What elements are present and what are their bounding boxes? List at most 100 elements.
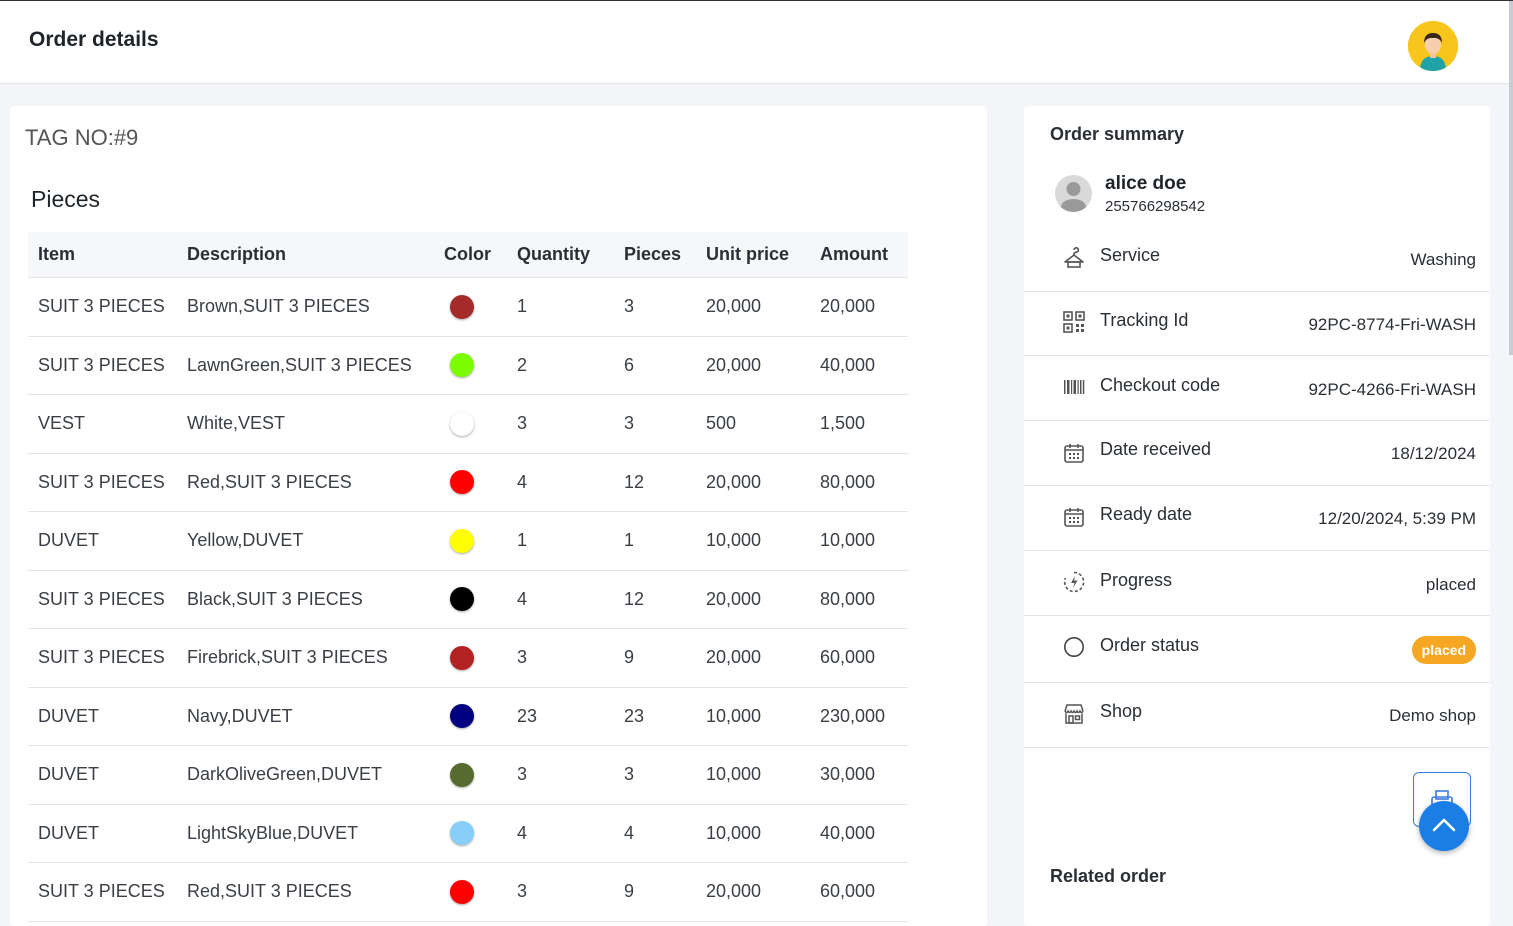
scroll-to-top-button[interactable]: [1419, 801, 1469, 851]
color-swatch: [450, 821, 474, 846]
color-swatch: [450, 587, 474, 612]
table-row: SUIT 3 PIECES Red,SUIT 3 PIECES 3 9 20,000 60…: [28, 862, 908, 922]
column-header-item: Item: [28, 232, 177, 278]
progress-row: Progress placed: [1024, 550, 1490, 616]
cell-description: Yellow,DUVET: [177, 511, 434, 571]
column-header-description: Description: [177, 232, 434, 278]
color-swatch: [450, 294, 474, 319]
table-row: SUIT 3 PIECES Brown,SUIT 3 PIECES 1 3 20,000…: [28, 277, 908, 337]
cell-pieces: 3: [614, 394, 696, 454]
table-row: VEST White,VEST 3 3 500 1,500: [28, 394, 908, 454]
table-row: DUVET Navy,DUVET 23 23 10,000 230,000: [28, 687, 908, 746]
customer-avatar-icon: [1055, 175, 1092, 212]
cell-description: DarkOliveGreen,DUVET: [177, 745, 434, 805]
cell-pieces: 3: [614, 277, 696, 337]
cell-color: [434, 394, 507, 454]
progress-label: Progress: [1100, 570, 1173, 590]
cell-description: Brown,SUIT 3 PIECES: [177, 277, 434, 337]
cell-quantity: 3: [507, 862, 614, 922]
color-swatch: [450, 879, 474, 904]
cell-quantity: 3: [507, 394, 614, 454]
column-header-color: Color: [434, 232, 507, 278]
cell-pieces: 12: [614, 453, 696, 512]
service-row: Service Washing: [1024, 234, 1490, 292]
status-badge: placed: [1411, 636, 1476, 664]
cell-unit-price: 20,000: [696, 628, 810, 688]
barcode-icon: [1064, 380, 1085, 394]
cell-color: [434, 628, 507, 688]
cell-description: Firebrick,SUIT 3 PIECES: [177, 628, 434, 688]
cell-description: Red,SUIT 3 PIECES: [177, 862, 434, 922]
color-swatch: [450, 704, 474, 729]
qr-code-icon: [1063, 311, 1085, 333]
cell-quantity: 4: [507, 453, 614, 512]
chevron-up-icon: [1432, 818, 1456, 832]
service-value: Washing: [1410, 250, 1476, 269]
cell-color: [434, 862, 507, 922]
progress-icon: [1063, 571, 1085, 593]
shop-row: Shop Demo shop: [1024, 682, 1490, 748]
cell-quantity: 1: [507, 511, 614, 571]
cell-color: [434, 511, 507, 571]
cell-description: Navy,DUVET: [177, 687, 434, 746]
cell-amount: 80,000: [810, 570, 908, 629]
top-bar: Order details: [0, 0, 1513, 355]
cell-description: White,VEST: [177, 394, 434, 454]
cell-pieces: 3: [614, 745, 696, 805]
cell-item: DUVET: [28, 687, 177, 746]
cell-item: SUIT 3 PIECES: [28, 336, 177, 395]
table-row: DUVET DarkOliveGreen,DUVET 3 3 10,000 30,000: [28, 745, 908, 805]
table-row: SUIT 3 PIECES Black,SUIT 3 PIECES 4 12 20,00…: [28, 570, 908, 629]
cell-amount: 40,000: [810, 336, 908, 395]
cell-color: [434, 804, 507, 863]
cell-pieces: 9: [614, 628, 696, 688]
column-header-pieces: Pieces: [614, 232, 696, 278]
table-row: SUIT 3 PIECES Firebrick,SUIT 3 PIECES 3 9 20…: [28, 628, 908, 688]
page-scrollbar[interactable]: [1509, 1, 1513, 355]
user-avatar-icon: [1408, 21, 1458, 71]
cell-unit-price: 10,000: [696, 745, 810, 805]
cell-color: [434, 453, 507, 512]
cell-description: Red,SUIT 3 PIECES: [177, 453, 434, 512]
cell-item: SUIT 3 PIECES: [28, 628, 177, 688]
calendar-icon: [1064, 508, 1084, 527]
cell-amount: 30,000: [810, 745, 908, 805]
cell-color: [434, 570, 507, 629]
ready-date-value: 12/20/2024, 5:39 PM: [1318, 509, 1476, 528]
cell-pieces: 9: [614, 862, 696, 922]
progress-value: placed: [1425, 575, 1476, 594]
user-avatar[interactable]: [1408, 21, 1458, 71]
table-row: SUIT 3 PIECES Red,SUIT 3 PIECES 4 12 20,000 8…: [28, 453, 908, 512]
shop-label: Shop: [1100, 701, 1143, 721]
cell-quantity: 1: [507, 277, 614, 337]
service-label: Service: [1100, 245, 1161, 265]
cell-amount: 40,000: [810, 804, 908, 863]
cell-amount: 20,000: [810, 277, 908, 337]
customer-name: alice doe: [1105, 173, 1187, 194]
cell-unit-price: 20,000: [696, 453, 810, 512]
cell-amount: 10,000: [810, 511, 908, 571]
table-row: DUVET Yellow,DUVET 1 1 10,000 10,000: [28, 511, 908, 571]
color-swatch: [450, 645, 474, 670]
cell-item: SUIT 3 PIECES: [28, 570, 177, 629]
calendar-icon: [1064, 444, 1084, 463]
pieces-table: Item Description Color Quantity Pieces U…: [28, 232, 908, 922]
cell-pieces: 12: [614, 570, 696, 629]
color-swatch: [450, 528, 474, 553]
date-received-label: Date received: [1100, 439, 1212, 459]
table-row: SUIT 3 PIECES LawnGreen,SUIT 3 PIECES 2 6 20…: [28, 336, 908, 395]
cell-pieces: 6: [614, 336, 696, 395]
cell-pieces: 23: [614, 687, 696, 746]
cell-item: SUIT 3 PIECES: [28, 277, 177, 337]
table-row: DUVET LightSkyBlue,DUVET 4 4 10,000 40,000: [28, 804, 908, 863]
color-swatch: [450, 470, 474, 495]
date-received-value: 18/12/2024: [1390, 444, 1476, 463]
cell-color: [434, 336, 507, 395]
cell-quantity: 3: [507, 628, 614, 688]
ready-date-row: Ready date 12/20/2024, 5:39 PM: [1024, 485, 1490, 551]
cell-color: [434, 745, 507, 805]
cell-amount: 230,000: [810, 687, 908, 746]
hanger-icon: [1064, 247, 1084, 268]
column-header-unit-price: Unit price: [696, 232, 810, 278]
cell-unit-price: 20,000: [696, 570, 810, 629]
